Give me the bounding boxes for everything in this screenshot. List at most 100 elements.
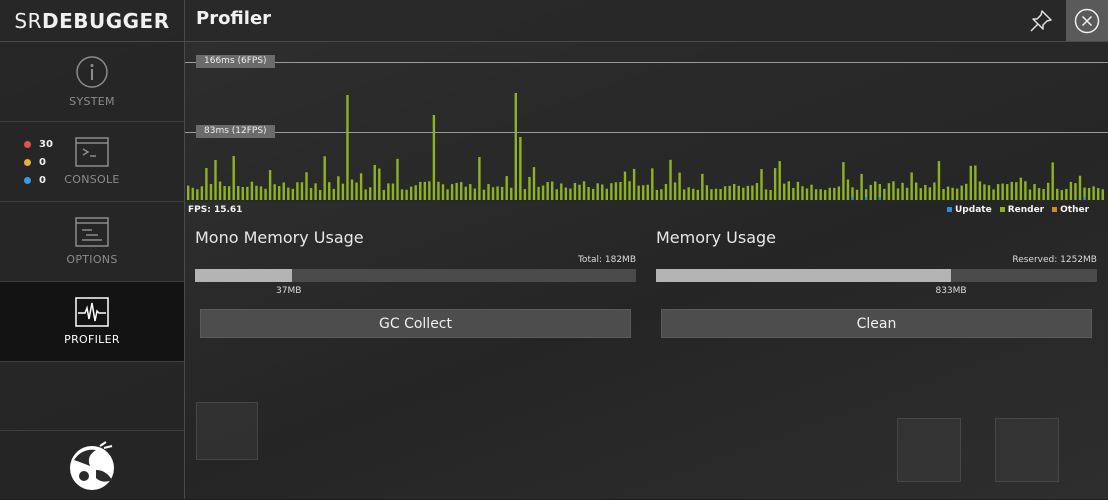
frame-bar	[1051, 162, 1054, 200]
render-swatch-icon	[999, 207, 1005, 212]
legend-update: Update	[947, 205, 992, 215]
frame-bar	[450, 184, 454, 200]
frame-bar	[591, 188, 595, 200]
frame-bar	[473, 188, 477, 200]
background-scene-tile	[196, 402, 258, 460]
frame-bar	[1010, 181, 1013, 200]
info-icon	[76, 56, 108, 88]
frame-bar	[887, 183, 891, 200]
memory-usage-title: Memory Usage	[656, 228, 777, 247]
legend-update-label: Update	[955, 205, 992, 215]
frame-bar	[523, 189, 527, 200]
pin-button[interactable]	[1026, 6, 1056, 36]
error-count-value: 30	[39, 138, 53, 150]
warning-dot-icon	[24, 158, 31, 166]
frame-bar	[537, 186, 540, 200]
warning-count-value: 0	[39, 156, 46, 168]
frame-bar	[446, 189, 449, 200]
threshold-line-166ms	[185, 62, 1108, 63]
frame-bar	[250, 181, 254, 200]
frame-bar	[1001, 183, 1004, 200]
threshold-label-83ms: 83ms (12FPS)	[196, 125, 275, 138]
frame-bar	[296, 182, 299, 200]
tab-system[interactable]: SYSTEM	[0, 42, 184, 122]
info-dot-icon	[24, 176, 31, 184]
frame-bar	[569, 188, 572, 200]
frame-bar	[541, 185, 545, 200]
legend-other: Other	[1052, 205, 1089, 215]
frame-bar	[933, 182, 936, 200]
frame-bar	[532, 167, 536, 200]
frame-bar	[578, 184, 581, 200]
frame-bar	[796, 181, 800, 200]
frame-bar	[924, 184, 927, 200]
frame-bar	[614, 182, 618, 200]
frame-bar	[751, 185, 754, 200]
frame-bar	[810, 184, 813, 200]
frame-bar	[783, 183, 786, 200]
frame-bar	[409, 186, 413, 200]
frame-bar	[701, 173, 704, 200]
frame-bar	[619, 182, 622, 200]
frame-bar	[255, 185, 258, 200]
app-window: SR DEBUGGER SYSTEM CONSOLE 30 0 0 OPTION…	[0, 0, 1108, 499]
frame-bar	[582, 181, 586, 200]
frame-bar	[505, 176, 508, 200]
frame-bar	[305, 172, 308, 200]
frame-bar	[992, 189, 995, 200]
frame-bar	[905, 187, 909, 200]
frame-bar	[546, 182, 549, 200]
frame-bar	[919, 188, 922, 200]
frame-bar	[391, 183, 395, 200]
frame-bar-update	[878, 197, 881, 200]
frame-bar	[337, 176, 340, 200]
frame-bar	[996, 184, 1000, 200]
tab-profiler-label: PROFILER	[64, 333, 120, 346]
frame-bar	[855, 189, 859, 200]
error-dot-icon	[24, 140, 31, 148]
tab-profiler[interactable]: PROFILER	[0, 282, 184, 362]
close-button[interactable]	[1066, 0, 1108, 41]
frame-bar	[196, 189, 199, 200]
frame-bar	[687, 187, 690, 200]
tab-options[interactable]: OPTIONS	[0, 202, 184, 282]
page-title: Profiler	[196, 8, 272, 29]
frame-bar	[1065, 188, 1068, 200]
frame-bar	[482, 189, 486, 200]
frame-bar	[965, 183, 968, 200]
legend-render-label: Render	[1007, 205, 1045, 215]
frame-bar	[214, 160, 217, 200]
update-swatch-icon	[947, 207, 952, 212]
mono-memory-title: Mono Memory Usage	[195, 228, 364, 247]
frame-bar	[273, 184, 276, 200]
frame-bar	[551, 181, 554, 200]
frame-bar	[601, 184, 604, 200]
frame-bar	[359, 173, 363, 200]
frame-bar	[719, 188, 722, 200]
frame-bar	[892, 181, 895, 200]
memory-reserved: Reserved: 1252MB	[1012, 255, 1097, 265]
frame-bar	[300, 182, 304, 200]
frame-bar	[460, 182, 463, 200]
frame-bar	[869, 184, 872, 200]
frame-bar	[500, 186, 504, 200]
frame-bar	[682, 189, 686, 200]
frame-bar	[328, 182, 331, 200]
tab-options-label: OPTIONS	[66, 253, 118, 266]
frame-bar	[910, 172, 913, 200]
frame-bar	[387, 183, 390, 200]
bug-mascot-icon[interactable]	[66, 440, 118, 492]
frame-bar	[332, 188, 335, 200]
frame-bar	[937, 161, 941, 200]
clean-button[interactable]: Clean	[661, 309, 1092, 338]
gc-collect-button[interactable]: GC Collect	[200, 309, 631, 338]
frame-bar	[510, 187, 513, 200]
frame-bar	[828, 187, 831, 200]
frame-bar	[246, 186, 249, 200]
memory-usage-panel: Memory Usage Reserved: 1252MB 833MB Clea…	[656, 228, 1097, 348]
frame-bar-update	[851, 197, 854, 200]
logo-debugger: DEBUGGER	[41, 8, 170, 33]
fps-readout: FPS: 15.61	[188, 205, 243, 215]
frame-bar	[746, 185, 750, 200]
frame-bar-update	[1083, 197, 1086, 200]
